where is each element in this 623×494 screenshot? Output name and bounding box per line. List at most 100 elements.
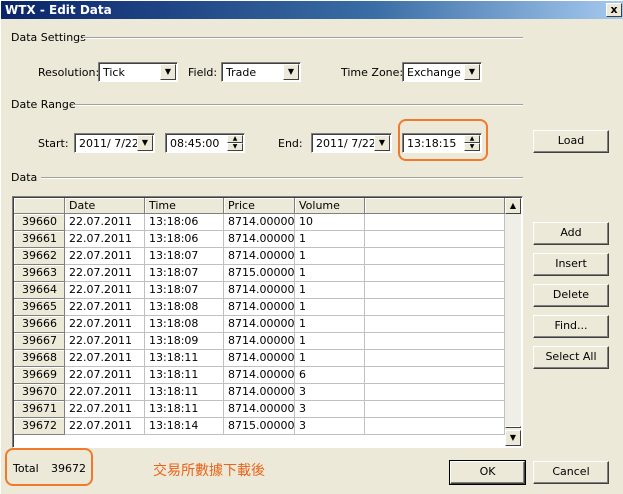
table-row[interactable]: 39671 22.07.2011 13:18:11 8714.00000 3 <box>14 401 505 418</box>
cell-time[interactable]: 13:18:06 <box>145 231 224 248</box>
cell-time[interactable]: 13:18:07 <box>145 282 224 299</box>
cell-volume[interactable]: 1 <box>295 248 365 265</box>
time-zone-select[interactable]: Exchange ▼ <box>402 62 482 82</box>
cell-price[interactable]: 8714.00000 <box>224 316 295 333</box>
cell-filler[interactable] <box>365 350 505 367</box>
row-number[interactable]: 39664 <box>14 282 65 299</box>
cell-filler[interactable] <box>365 282 505 299</box>
cell-date[interactable]: 22.07.2011 <box>65 231 145 248</box>
cell-filler[interactable] <box>365 367 505 384</box>
table-row[interactable]: 39660 22.07.2011 13:18:06 8714.00000 10 <box>14 214 505 231</box>
cell-time[interactable]: 13:18:14 <box>145 418 224 435</box>
row-number[interactable]: 39662 <box>14 248 65 265</box>
chevron-down-icon[interactable]: ▼ <box>374 135 390 151</box>
data-grid[interactable]: Date Time Price Volume 39660 22.07.2011 13… <box>12 196 523 448</box>
cell-volume[interactable]: 6 <box>295 367 365 384</box>
cell-price[interactable]: 8714.00000 <box>224 384 295 401</box>
cell-price[interactable]: 8714.00000 <box>224 333 295 350</box>
cell-filler[interactable] <box>365 384 505 401</box>
scroll-up-icon[interactable]: ▲ <box>505 198 521 214</box>
cell-price[interactable]: 8714.00000 <box>224 299 295 316</box>
cell-filler[interactable] <box>365 401 505 418</box>
delete-button[interactable]: Delete <box>533 284 609 307</box>
end-date-picker[interactable]: 2011/ 7/22 ▼ <box>311 133 392 153</box>
row-number[interactable]: 39667 <box>14 333 65 350</box>
table-row[interactable]: 39667 22.07.2011 13:18:09 8714.00000 1 <box>14 333 505 350</box>
cell-volume[interactable]: 10 <box>295 214 365 231</box>
scroll-thumb[interactable] <box>505 426 521 428</box>
cell-filler[interactable] <box>365 316 505 333</box>
cell-price[interactable]: 8715.00000 <box>224 265 295 282</box>
cell-time[interactable]: 13:18:11 <box>145 401 224 418</box>
cell-time[interactable]: 13:18:06 <box>145 214 224 231</box>
spin-up-icon[interactable]: ▲ <box>227 135 243 143</box>
cell-volume[interactable]: 1 <box>295 333 365 350</box>
cell-time[interactable]: 13:18:11 <box>145 384 224 401</box>
column-header-date[interactable]: Date <box>65 198 145 214</box>
row-number[interactable]: 39660 <box>14 214 65 231</box>
cell-filler[interactable] <box>365 418 505 435</box>
cell-date[interactable]: 22.07.2011 <box>65 282 145 299</box>
start-time-field[interactable]: 08:45:00 ▲ ▼ <box>165 133 245 153</box>
cell-filler[interactable] <box>365 214 505 231</box>
row-number[interactable]: 39665 <box>14 299 65 316</box>
column-header-volume[interactable]: Volume <box>295 198 365 214</box>
select-all-button[interactable]: Select All <box>533 346 609 369</box>
table-row[interactable]: 39663 22.07.2011 13:18:07 8715.00000 1 <box>14 265 505 282</box>
cell-time[interactable]: 13:18:11 <box>145 367 224 384</box>
cell-volume[interactable]: 1 <box>295 282 365 299</box>
cell-price[interactable]: 8714.00000 <box>224 367 295 384</box>
start-date-picker[interactable]: 2011/ 7/22 ▼ <box>74 133 155 153</box>
column-header-price[interactable]: Price <box>224 198 295 214</box>
column-header-rownum[interactable] <box>14 198 65 214</box>
cell-filler[interactable] <box>365 265 505 282</box>
cell-filler[interactable] <box>365 333 505 350</box>
table-row[interactable]: 39665 22.07.2011 13:18:08 8714.00000 1 <box>14 299 505 316</box>
insert-button[interactable]: Insert <box>533 253 609 276</box>
cell-date[interactable]: 22.07.2011 <box>65 350 145 367</box>
cell-price[interactable]: 8714.00000 <box>224 231 295 248</box>
row-number[interactable]: 39666 <box>14 316 65 333</box>
cell-time[interactable]: 13:18:07 <box>145 248 224 265</box>
cell-time[interactable]: 13:18:11 <box>145 350 224 367</box>
add-button[interactable]: Add <box>533 222 609 245</box>
cell-date[interactable]: 22.07.2011 <box>65 248 145 265</box>
cell-volume[interactable]: 1 <box>295 299 365 316</box>
cell-volume[interactable]: 1 <box>295 231 365 248</box>
cell-date[interactable]: 22.07.2011 <box>65 384 145 401</box>
spin-down-icon[interactable]: ▼ <box>227 143 243 151</box>
resolution-select[interactable]: Tick ▼ <box>98 62 178 82</box>
find-button[interactable]: Find... <box>533 315 609 338</box>
cell-volume[interactable]: 1 <box>295 350 365 367</box>
cell-time[interactable]: 13:18:08 <box>145 316 224 333</box>
field-select[interactable]: Trade ▼ <box>221 62 301 82</box>
cell-date[interactable]: 22.07.2011 <box>65 418 145 435</box>
cell-filler[interactable] <box>365 248 505 265</box>
chevron-down-icon[interactable]: ▼ <box>160 64 176 80</box>
chevron-down-icon[interactable]: ▼ <box>137 135 153 151</box>
cell-time[interactable]: 13:18:08 <box>145 299 224 316</box>
cell-time[interactable]: 13:18:07 <box>145 265 224 282</box>
cell-volume[interactable]: 3 <box>295 384 365 401</box>
cell-date[interactable]: 22.07.2011 <box>65 265 145 282</box>
cell-price[interactable]: 8715.00000 <box>224 418 295 435</box>
chevron-down-icon[interactable]: ▼ <box>283 64 299 80</box>
table-row[interactable]: 39661 22.07.2011 13:18:06 8714.00000 1 <box>14 231 505 248</box>
row-number[interactable]: 39670 <box>14 384 65 401</box>
row-number[interactable]: 39672 <box>14 418 65 435</box>
cell-date[interactable]: 22.07.2011 <box>65 367 145 384</box>
cell-filler[interactable] <box>365 231 505 248</box>
cell-price[interactable]: 8714.00000 <box>224 214 295 231</box>
cell-price[interactable]: 8714.00000 <box>224 350 295 367</box>
cell-date[interactable]: 22.07.2011 <box>65 299 145 316</box>
cell-volume[interactable]: 1 <box>295 316 365 333</box>
cell-date[interactable]: 22.07.2011 <box>65 333 145 350</box>
table-row[interactable]: 39672 22.07.2011 13:18:14 8715.00000 3 <box>14 418 505 435</box>
scroll-down-icon[interactable]: ▼ <box>505 430 521 446</box>
cell-time[interactable]: 13:18:09 <box>145 333 224 350</box>
cancel-button[interactable]: Cancel <box>533 461 609 484</box>
cell-volume[interactable]: 3 <box>295 418 365 435</box>
table-row[interactable]: 39666 22.07.2011 13:18:08 8714.00000 1 <box>14 316 505 333</box>
row-number[interactable]: 39661 <box>14 231 65 248</box>
row-number[interactable]: 39668 <box>14 350 65 367</box>
